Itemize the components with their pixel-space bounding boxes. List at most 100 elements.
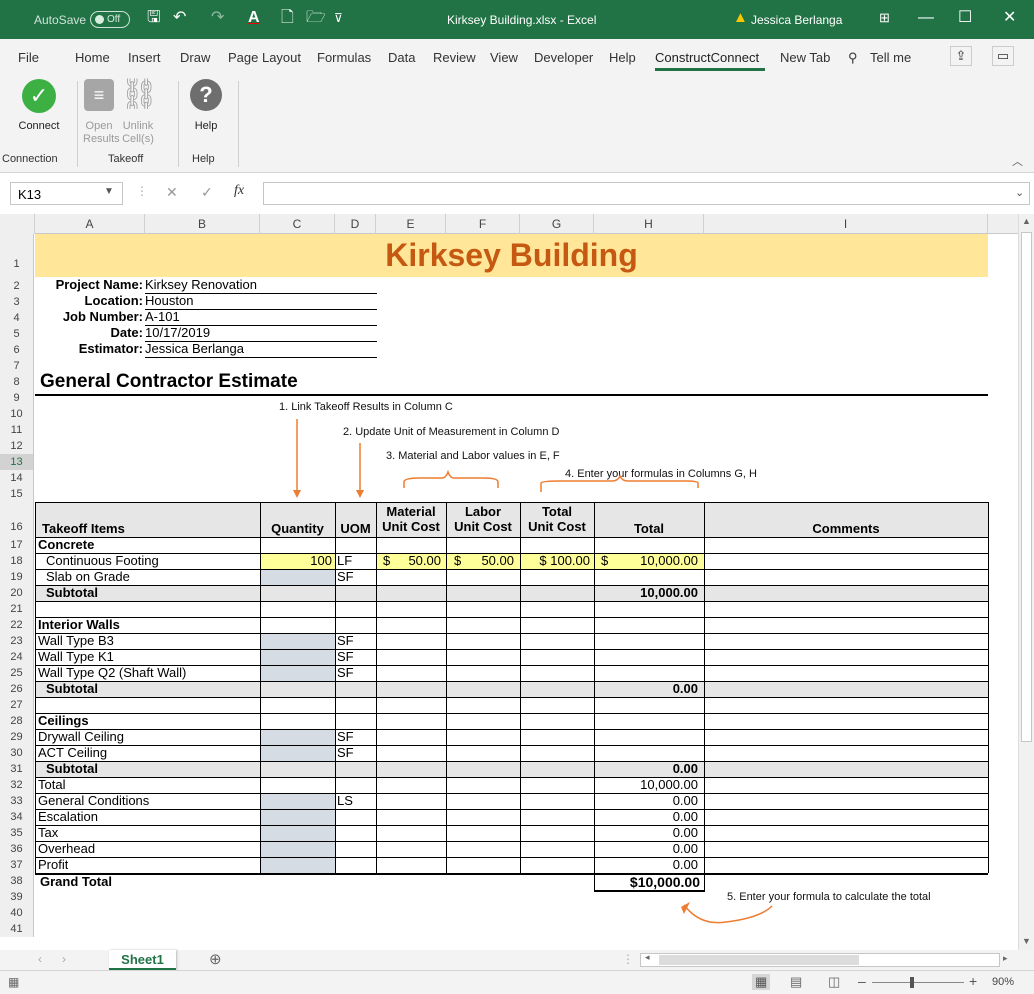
profit-value[interactable]: 0.00	[594, 857, 698, 873]
scroll-down-icon[interactable]: ▼	[1022, 936, 1031, 946]
subtotal-concrete-label[interactable]: Subtotal	[46, 585, 98, 601]
quantity-input-cell[interactable]	[261, 745, 335, 761]
worksheet-grid[interactable]: 1 2 3 4 5 6 7 8 9 10 11 12 13 14 15 16 17 18 19 20 21 22 23 24…	[0, 234, 1018, 950]
subtotal-ceilings-label[interactable]: Subtotal	[46, 761, 98, 777]
quantity-input-cell[interactable]	[261, 841, 335, 857]
escalation-value[interactable]: 0.00	[594, 809, 698, 825]
undo-icon[interactable]: ↶	[173, 9, 186, 27]
subtotal-walls[interactable]: 0.00	[594, 681, 698, 697]
share-icon[interactable]: ⇪	[950, 46, 972, 66]
tab-new-tab[interactable]: New Tab	[780, 50, 830, 65]
overhead-value[interactable]: 0.00	[594, 841, 698, 857]
minimize-icon[interactable]: —	[918, 9, 934, 27]
maximize-icon[interactable]: ☐	[958, 9, 972, 27]
autosave-toggle[interactable]: Off	[90, 11, 130, 28]
item-overhead[interactable]: Overhead	[38, 841, 95, 857]
macro-record-icon[interactable]: ▦	[8, 975, 19, 989]
page-break-view-icon[interactable]: ◫	[828, 974, 840, 990]
col-header-i[interactable]: I	[704, 214, 988, 234]
new-file-icon[interactable]: 🗋	[281, 9, 294, 27]
item-wall-q2[interactable]: Wall Type Q2 (Shaft Wall)	[38, 665, 186, 681]
item-tax[interactable]: Tax	[38, 825, 58, 841]
tab-constructconnect[interactable]: ConstructConnect	[655, 50, 759, 65]
col-header-g[interactable]: G	[520, 214, 594, 234]
tab-help[interactable]: Help	[609, 50, 636, 65]
tab-data[interactable]: Data	[388, 50, 415, 65]
uom-act[interactable]: SF	[337, 745, 354, 761]
vertical-scrollbar[interactable]: ▲ ▼	[1018, 214, 1034, 950]
insert-function-icon[interactable]: fx	[234, 183, 244, 199]
scroll-thumb[interactable]	[659, 955, 859, 965]
section-interior-walls[interactable]: Interior Walls	[38, 617, 120, 633]
section-ceilings[interactable]: Ceilings	[38, 713, 89, 729]
quantity-input-cell[interactable]	[261, 809, 335, 825]
item-drywall-ceiling[interactable]: Drywall Ceiling	[38, 729, 124, 745]
search-icon[interactable]: ⚲	[848, 50, 858, 66]
quantity-input-cell[interactable]	[261, 569, 335, 585]
qty-continuous-footing[interactable]: 100	[260, 553, 332, 569]
select-all-corner[interactable]	[0, 214, 35, 234]
quantity-input-cell[interactable]	[261, 793, 335, 809]
zoom-in-icon[interactable]: +	[969, 973, 977, 989]
scroll-left-icon[interactable]: ◂	[645, 952, 650, 963]
quantity-input-cell[interactable]	[261, 729, 335, 745]
total-value[interactable]: 10,000.00	[594, 777, 698, 793]
tab-file[interactable]: File	[18, 50, 39, 65]
prev-sheet-icon[interactable]: ‹	[38, 952, 42, 966]
quantity-input-cell[interactable]	[261, 857, 335, 873]
col-header-a[interactable]: A	[35, 214, 145, 234]
horizontal-scrollbar[interactable]: ◂	[640, 952, 1000, 967]
item-act-ceiling[interactable]: ACT Ceiling	[38, 745, 107, 761]
general-conditions-value[interactable]: 0.00	[594, 793, 698, 809]
font-color-icon[interactable]: A	[248, 9, 260, 27]
uom-slab[interactable]: SF	[337, 569, 354, 585]
zoom-slider[interactable]	[872, 982, 964, 983]
item-slab-on-grade[interactable]: Slab on Grade	[46, 569, 130, 585]
help-button[interactable]: ? Help	[185, 79, 227, 133]
item-escalation[interactable]: Escalation	[38, 809, 98, 825]
item-general-conditions[interactable]: General Conditions	[38, 793, 149, 809]
page-layout-view-icon[interactable]: ▤	[790, 974, 802, 990]
tab-developer[interactable]: Developer	[534, 50, 593, 65]
uom-wall-q2[interactable]: SF	[337, 665, 354, 681]
col-header-d[interactable]: D	[335, 214, 376, 234]
connect-button[interactable]: ✓ Connect	[10, 79, 68, 133]
user-name[interactable]: Jessica Berlanga	[751, 13, 842, 27]
subtotal-concrete[interactable]: 10,000.00	[594, 585, 698, 601]
zoom-level[interactable]: 90%	[992, 976, 1014, 988]
formula-input[interactable]	[263, 182, 1030, 205]
uom-general-conditions[interactable]: LS	[337, 793, 353, 809]
expand-formula-icon[interactable]: ⌄	[1015, 186, 1024, 199]
close-icon[interactable]: ✕	[1003, 9, 1016, 27]
col-header-b[interactable]: B	[145, 214, 260, 234]
open-folder-icon[interactable]: 🗁	[306, 9, 326, 27]
next-sheet-icon[interactable]: ›	[62, 952, 66, 966]
tell-me-search[interactable]: Tell me	[870, 50, 911, 65]
save-icon[interactable]: 🖫	[147, 9, 161, 27]
tax-value[interactable]: 0.00	[594, 825, 698, 841]
total-continuous-footing[interactable]: 10,000.00	[594, 553, 698, 569]
item-wall-b3[interactable]: Wall Type B3	[38, 633, 114, 649]
item-continuous-footing[interactable]: Continuous Footing	[46, 553, 159, 569]
quantity-input-cell[interactable]	[261, 633, 335, 649]
grand-total-value[interactable]: $10,000.00	[594, 874, 700, 890]
item-wall-k1[interactable]: Wall Type K1	[38, 649, 114, 665]
subtotal-walls-label[interactable]: Subtotal	[46, 681, 98, 697]
total-label[interactable]: Total	[38, 777, 65, 793]
tab-page-layout[interactable]: Page Layout	[228, 50, 301, 65]
scroll-right-icon[interactable]: ▸	[1003, 953, 1008, 964]
add-sheet-icon[interactable]: ⊕	[209, 950, 222, 968]
quantity-input-cell[interactable]	[261, 825, 335, 841]
tab-home[interactable]: Home	[75, 50, 110, 65]
uom-wall-k1[interactable]: SF	[337, 649, 354, 665]
scroll-thumb[interactable]	[1021, 232, 1032, 742]
col-header-f[interactable]: F	[446, 214, 520, 234]
uom-continuous-footing[interactable]: LF	[337, 553, 352, 569]
tab-view[interactable]: View	[490, 50, 518, 65]
sheet-tab-sheet1[interactable]: Sheet1	[109, 950, 176, 970]
item-profit[interactable]: Profit	[38, 857, 68, 873]
tab-review[interactable]: Review	[433, 50, 476, 65]
quantity-input-cell[interactable]	[261, 649, 335, 665]
tab-formulas[interactable]: Formulas	[317, 50, 371, 65]
name-box-dropdown-icon[interactable]: ▼	[104, 186, 114, 197]
